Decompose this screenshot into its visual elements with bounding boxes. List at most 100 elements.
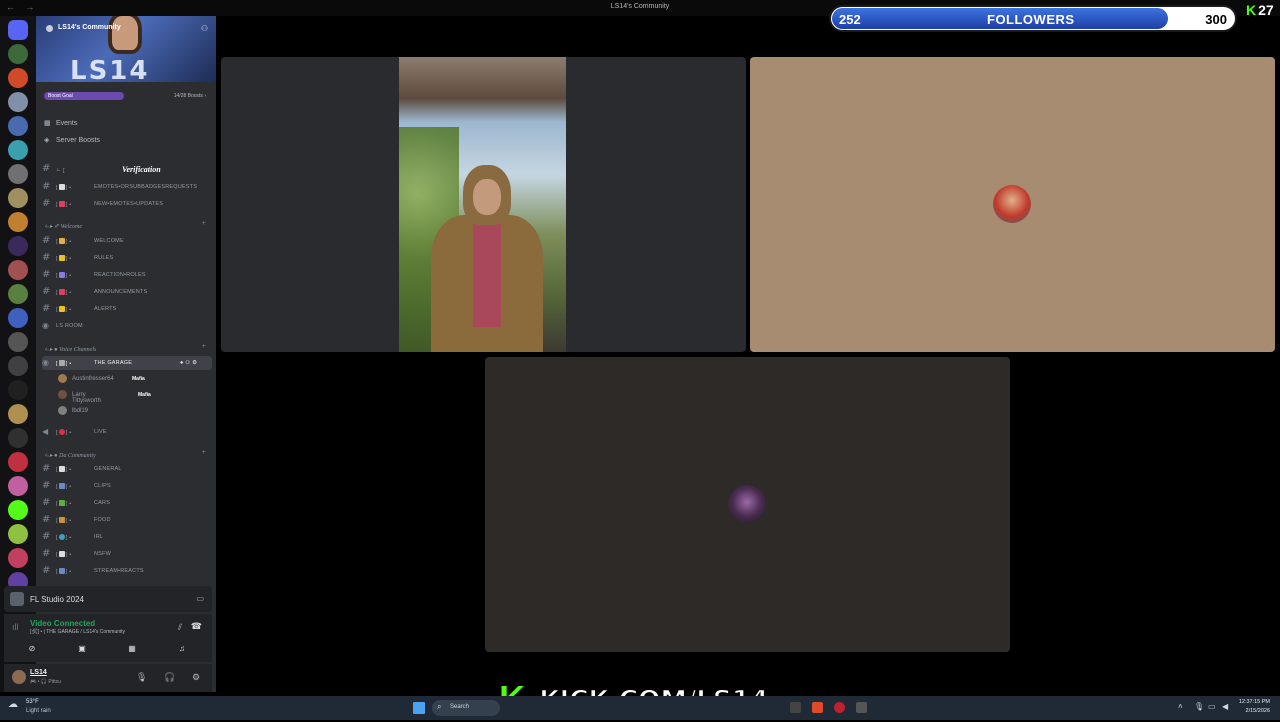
channel-label: ANNOUNCEMENTS <box>94 289 148 295</box>
add-channel-icon[interactable]: + <box>202 221 206 227</box>
channel-cars[interactable]: # [] • CARS <box>42 496 212 510</box>
server-name[interactable]: LS14's Community <box>58 24 121 31</box>
weather-temp[interactable]: 53°F <box>26 699 39 705</box>
activities-icon[interactable]: ▦ <box>126 644 138 654</box>
headphones-icon[interactable]: 🎧 <box>164 672 175 683</box>
channel-irl[interactable]: # [] • IRL <box>42 530 212 544</box>
server-icon[interactable] <box>8 284 28 304</box>
channel-emoji-icon: [] • <box>56 568 72 575</box>
server-icon[interactable] <box>8 332 28 352</box>
category-voice-channels[interactable]: ㄴ▸ ● Voice Channels + <box>44 344 206 356</box>
server-icon[interactable] <box>8 476 28 496</box>
channel-actions-icon[interactable]: ● ⚇ ⚙ <box>180 360 197 366</box>
search-placeholder: Search <box>450 704 470 710</box>
clock-date[interactable]: 2/15/2026 <box>1236 708 1270 714</box>
channel-alerts[interactable]: # [] • ALERTS <box>42 302 212 316</box>
channel-announcements[interactable]: # [] • ANNOUNCEMENTS <box>42 285 212 299</box>
channel-clips[interactable]: # [] • CLIPS <box>42 479 212 493</box>
microphone-tray-icon[interactable]: 🎙 <box>1194 702 1204 711</box>
video-tile-user-2[interactable] <box>750 57 1275 352</box>
server-icon[interactable] <box>8 524 28 544</box>
add-channel-icon[interactable]: + <box>202 344 206 350</box>
voice-channel-the-garage[interactable]: ◉ [] • THE GARAGE ● ⚇ ⚙ <box>42 356 212 370</box>
channel-stream-reacts[interactable]: # [] • STREAM•REACTS <box>42 564 212 578</box>
disconnect-icon[interactable]: ☎ <box>191 621 202 632</box>
taskbar-app-icon[interactable] <box>790 702 801 713</box>
tray-chevron-icon[interactable]: ˄ <box>1178 702 1183 711</box>
gear-icon[interactable]: ⚙ <box>192 672 200 683</box>
add-friend-icon[interactable]: ⚇ <box>201 24 208 33</box>
screen-share-icon[interactable]: ▣ <box>76 644 88 654</box>
server-icon[interactable] <box>8 140 28 160</box>
app-window: ← → LS14's Community LS14 LS14's Communi… <box>0 0 1280 720</box>
activity-panel[interactable]: FL Studio 2024 ▭ <box>4 586 212 612</box>
channel-nsfw[interactable]: # [] • NSFW <box>42 547 212 561</box>
channel-ls-room[interactable]: ◉ LS ROOM <box>42 319 212 333</box>
clock-time[interactable]: 12:37:15 PM <box>1236 699 1270 705</box>
category-welcome[interactable]: ㄴ▸ ✐ Welcome + <box>44 221 206 233</box>
server-icon[interactable] <box>8 212 28 232</box>
brave-browser-icon[interactable] <box>812 702 823 713</box>
avatar[interactable] <box>12 670 26 684</box>
weather-icon[interactable]: ☁ <box>8 699 18 710</box>
server-icon[interactable] <box>8 308 28 328</box>
server-icon[interactable] <box>8 428 28 448</box>
video-tile-user-3[interactable] <box>485 357 1010 652</box>
server-icon[interactable] <box>8 44 28 64</box>
server-icon[interactable] <box>8 380 28 400</box>
channel-reaction-roles[interactable]: # [] • REACTION•ROLES <box>42 268 212 282</box>
camera-off-icon[interactable]: ⊘ <box>26 644 38 654</box>
boost-goal[interactable]: Boost Goal 14/28 Boosts › <box>44 90 206 102</box>
server-icon[interactable] <box>8 188 28 208</box>
server-icon[interactable] <box>8 356 28 376</box>
network-icon[interactable]: ▭ <box>1208 702 1216 711</box>
kick-server-icon[interactable] <box>8 500 28 520</box>
voice-channel-live[interactable]: ◀ [] • LIVE <box>42 425 212 439</box>
volume-icon[interactable]: ◀ <box>1222 702 1228 711</box>
events-item[interactable]: ▦ Events <box>44 119 77 133</box>
add-channel-icon[interactable]: + <box>202 450 206 456</box>
soundboard-icon[interactable]: ♫ <box>176 644 188 654</box>
user-avatar <box>58 406 67 415</box>
channel-emotes-requests[interactable]: # [] • EMOTES•ORSUBBADGESREQUESTS <box>42 180 212 194</box>
server-icon[interactable] <box>8 116 28 136</box>
server-icon[interactable] <box>8 164 28 184</box>
channel-emotes-updates[interactable]: # [] • NEW•EMOTES•UPDATES <box>42 197 212 211</box>
server-icon[interactable] <box>8 92 28 112</box>
fl-studio-icon <box>10 592 24 606</box>
server-icon[interactable] <box>8 548 28 568</box>
start-button[interactable] <box>413 702 425 714</box>
channel-general[interactable]: # [] • GENERAL <box>42 462 212 476</box>
user-name[interactable]: LS14 <box>30 669 47 676</box>
banner-avatar-image <box>108 16 142 54</box>
video-tile-camera[interactable] <box>221 57 746 352</box>
user-name: Austinfresser64 <box>72 376 114 382</box>
channel-label: NEW•EMOTES•UPDATES <box>94 201 164 207</box>
channel-food[interactable]: # [] • FOOD <box>42 513 212 527</box>
taskbar-app-icon[interactable] <box>856 702 867 713</box>
server-icon[interactable] <box>8 236 28 256</box>
noise-suppression-icon[interactable]: ⫽ <box>178 622 182 633</box>
channel-label: ALERTS <box>94 306 117 312</box>
user-role-tag: Mafia <box>132 376 145 382</box>
discord-home-icon[interactable] <box>8 20 28 40</box>
server-banner[interactable]: LS14 LS14's Community ⚇ <box>36 16 216 86</box>
channel-verification[interactable]: # ㄴ [ Verification <box>42 162 212 176</box>
obs-icon[interactable] <box>834 702 845 713</box>
server-boosts-item[interactable]: ◈ Server Boosts <box>44 136 100 150</box>
channel-rules[interactable]: # [] • RULES <box>42 251 212 265</box>
server-icon[interactable] <box>8 452 28 472</box>
server-icon[interactable] <box>8 260 28 280</box>
server-icon[interactable] <box>8 68 28 88</box>
screen-icon[interactable]: ▭ <box>196 594 204 603</box>
taskbar-search[interactable]: ⌕ Search <box>432 700 500 716</box>
signal-icon[interactable]: ıll <box>12 622 19 632</box>
server-icon[interactable] <box>8 404 28 424</box>
user-avatar <box>58 390 67 399</box>
channel-welcome[interactable]: # [] • WELCOME <box>42 234 212 248</box>
channel-prefix: ㄴ [ <box>56 168 65 174</box>
voice-location[interactable]: [🛠] • | THE GARAGE / LS14's Community <box>30 629 125 635</box>
category-community[interactable]: ㄴ▸ ● Da Community + <box>44 450 206 462</box>
microphone-icon[interactable]: 🎙 <box>136 672 147 683</box>
category-arrow-icon: ㄴ▸ ● <box>44 453 60 459</box>
